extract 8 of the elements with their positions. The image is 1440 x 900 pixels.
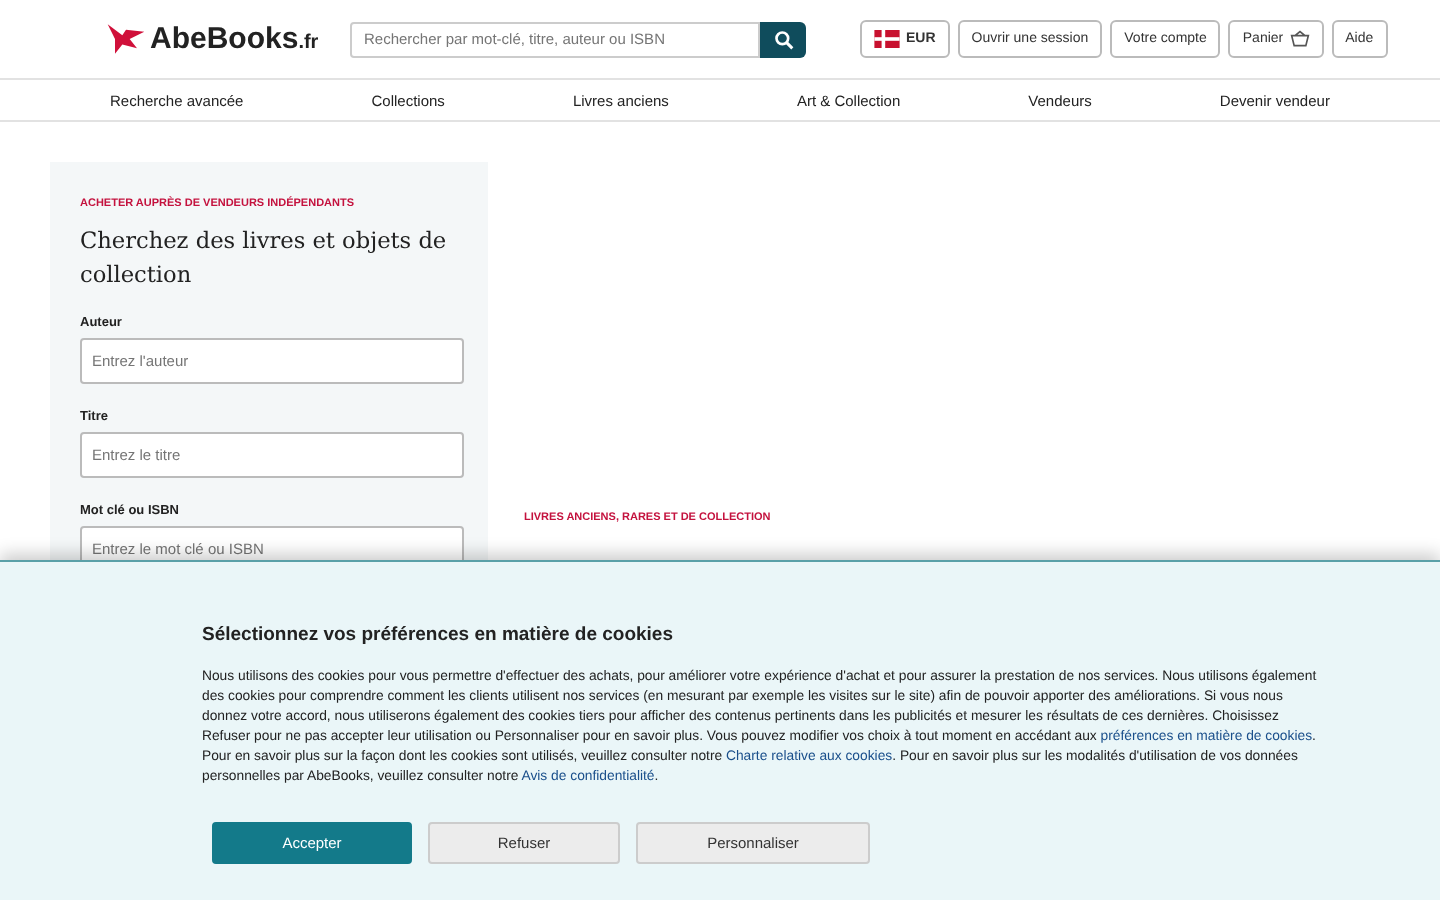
logo-icon [104,22,148,56]
card-title: Cherchez des livres et objets de collection [80,226,449,292]
cookie-title: Sélectionnez vos préférences en matière de cookies [202,624,675,646]
flag-icon [874,30,900,48]
search-button[interactable] [760,21,806,57]
logo-text[interactable]: AbeBooks.fr [150,22,319,56]
basket-icon [1289,30,1310,48]
search-icon [773,29,793,49]
